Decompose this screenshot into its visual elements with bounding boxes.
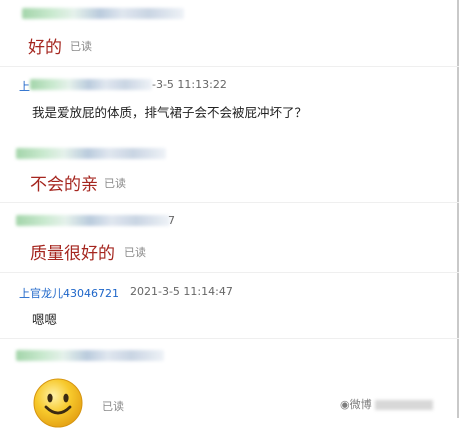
divider	[0, 66, 459, 67]
blurred-sender-name	[22, 8, 184, 19]
blurred-sender-name	[16, 148, 166, 159]
watermark-prefix: 微博	[349, 398, 372, 411]
blurred-sender-id	[30, 79, 152, 90]
timestamp: -3-5 11:13:22	[152, 78, 227, 91]
divider	[0, 202, 459, 203]
read-status: 已读	[104, 177, 126, 190]
reply-text: 好的	[28, 38, 62, 58]
message-text: 我是爱放屁的体质，排气裙子会不会被屁冲坏了？	[32, 105, 308, 120]
reply-text: 不会的亲	[30, 175, 98, 195]
message-text: 嗯嗯	[32, 312, 58, 327]
divider	[0, 338, 459, 339]
sender-name[interactable]: 上官龙儿43046721	[19, 285, 119, 301]
divider	[0, 272, 459, 273]
blurred-sender-name	[16, 350, 164, 361]
blurred-watermark-account	[374, 400, 433, 410]
weibo-logo-icon: ◉	[340, 398, 350, 411]
read-status: 已读	[70, 40, 92, 53]
weibo-watermark: ◉微博	[340, 396, 433, 412]
smiley-emoji-icon	[33, 378, 83, 428]
sender-name[interactable]: 上	[19, 78, 30, 94]
read-status: 已读	[102, 400, 124, 413]
read-status: 已读	[124, 246, 146, 259]
timestamp: 7	[168, 214, 175, 227]
blurred-sender-name	[16, 215, 170, 226]
reply-text: 质量很好的	[30, 244, 115, 264]
timestamp: 2021-3-5 11:14:47	[130, 285, 233, 298]
